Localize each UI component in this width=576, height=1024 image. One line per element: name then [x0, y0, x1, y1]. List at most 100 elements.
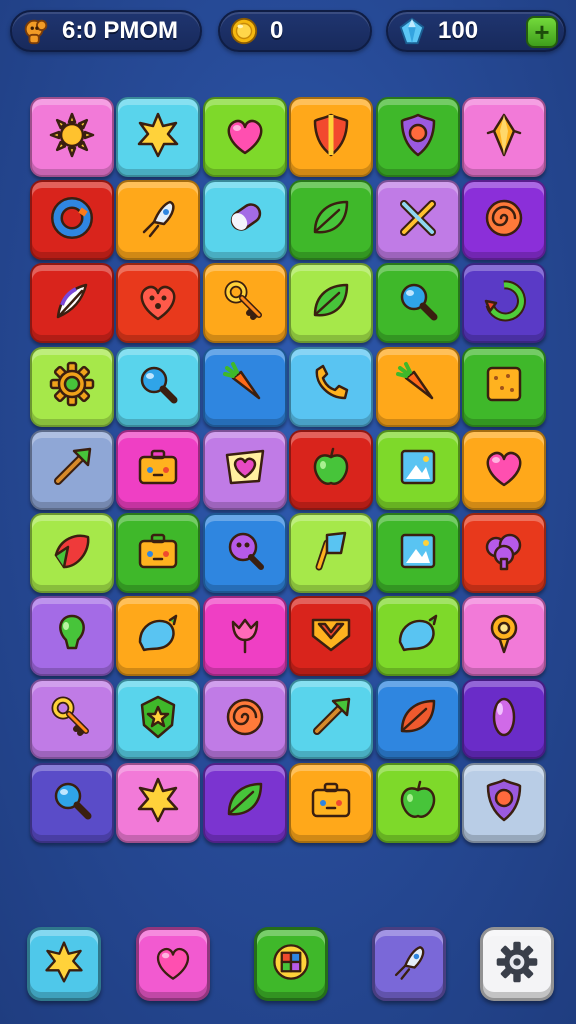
rocket-icon: [132, 192, 184, 249]
plus-icon: +: [534, 17, 550, 47]
lollipop-icon: [219, 525, 271, 582]
color-block-button[interactable]: [254, 927, 328, 1001]
board-tile[interactable]: [375, 429, 460, 510]
rocket-button[interactable]: [372, 927, 446, 1001]
heart-badge-icon: [219, 441, 271, 498]
board-tile[interactable]: [30, 513, 114, 593]
board-tile[interactable]: [289, 346, 374, 427]
spiral-icon: [219, 691, 271, 748]
board-tile[interactable]: [202, 596, 287, 677]
board-tile[interactable]: [375, 97, 460, 177]
feather-icon: [46, 275, 98, 332]
board-tile[interactable]: [30, 263, 114, 344]
board-tile[interactable]: [30, 429, 114, 510]
shield-gem-icon: [478, 774, 530, 831]
board-tile[interactable]: [116, 762, 201, 843]
board-tile[interactable]: [375, 180, 460, 261]
suitcase-icon: [132, 525, 184, 582]
add-gems-button[interactable]: +: [526, 16, 558, 48]
board-tile[interactable]: [289, 263, 374, 344]
coins-pill: 0: [218, 10, 372, 52]
tulip-icon: [219, 608, 271, 665]
board-tile[interactable]: [375, 762, 460, 843]
color-block-icon: [267, 938, 315, 991]
board-tile[interactable]: [462, 346, 546, 427]
board-tile[interactable]: [462, 180, 546, 261]
board-tile[interactable]: [116, 97, 201, 177]
board-tile[interactable]: [202, 346, 287, 427]
board-tile[interactable]: [462, 513, 546, 593]
board-tile[interactable]: [375, 513, 460, 593]
board-tile[interactable]: [30, 762, 114, 843]
board-tile[interactable]: [375, 263, 460, 344]
board-tile[interactable]: [289, 679, 374, 760]
carrot-icon: [219, 358, 271, 415]
board-tile[interactable]: [116, 263, 201, 344]
coin-icon: [228, 15, 260, 47]
board-tile[interactable]: [462, 596, 546, 677]
cracker-icon: [478, 358, 530, 415]
star-burst-button[interactable]: [27, 927, 101, 1001]
board-tile[interactable]: [30, 679, 114, 760]
crystal-icon: [478, 109, 530, 166]
leaf-icon: [305, 192, 357, 249]
picture-icon: [392, 525, 444, 582]
bubble-icon: [132, 608, 184, 665]
board-tile[interactable]: [375, 346, 460, 427]
heart-icon: [149, 938, 197, 991]
board-tile[interactable]: [202, 429, 287, 510]
board-tile[interactable]: [30, 97, 114, 177]
board-tile[interactable]: [202, 263, 287, 344]
capsule-gem-icon: [478, 691, 530, 748]
balloon-icon: [46, 608, 98, 665]
board-tile[interactable]: [289, 596, 374, 677]
star-shield-icon: [132, 691, 184, 748]
ring-icon: [46, 192, 98, 249]
board-tile[interactable]: [289, 429, 374, 510]
board-tile[interactable]: [462, 429, 546, 510]
board-tile[interactable]: [289, 762, 374, 843]
heart-button[interactable]: [136, 927, 210, 1001]
gems-pill: 100 +: [386, 10, 566, 52]
board-tile[interactable]: [116, 346, 201, 427]
board-tile[interactable]: [116, 180, 201, 261]
star-burst-icon: [40, 938, 88, 991]
key-icon: [46, 691, 98, 748]
game-board: [30, 97, 546, 843]
board-tile[interactable]: [462, 263, 546, 344]
board-tile[interactable]: [116, 513, 201, 593]
bubble-icon: [392, 608, 444, 665]
board-tile[interactable]: [462, 679, 546, 760]
board-tile[interactable]: [202, 762, 287, 843]
board-tile[interactable]: [116, 596, 201, 677]
board-tile[interactable]: [116, 429, 201, 510]
board-tile[interactable]: [289, 180, 374, 261]
suitcase-icon: [132, 441, 184, 498]
gear-settings-icon: [493, 938, 541, 991]
board-tile[interactable]: [202, 180, 287, 261]
magnifier-icon: [392, 275, 444, 332]
top-hud: 6:0 ΡΜΟΜ 0 100 +: [10, 10, 566, 54]
board-tile[interactable]: [462, 97, 546, 177]
board-tile[interactable]: [375, 679, 460, 760]
board-tile[interactable]: [289, 97, 374, 177]
board-tile[interactable]: [375, 596, 460, 677]
tree-icon: [478, 525, 530, 582]
apple-icon: [392, 774, 444, 831]
arrow-icon: [46, 441, 98, 498]
crossed-tools-icon: [392, 192, 444, 249]
suitcase-icon: [305, 774, 357, 831]
settings-button[interactable]: [480, 927, 554, 1001]
board-tile[interactable]: [30, 346, 114, 427]
strawberry-icon: [46, 525, 98, 582]
board-tile[interactable]: [289, 513, 374, 593]
board-tile[interactable]: [30, 180, 114, 261]
arrow-icon: [305, 691, 357, 748]
board-tile[interactable]: [116, 679, 201, 760]
board-tile[interactable]: [30, 596, 114, 677]
board-tile[interactable]: [202, 513, 287, 593]
board-tile[interactable]: [202, 97, 287, 177]
gems-value: 100: [438, 17, 479, 44]
board-tile[interactable]: [462, 762, 546, 843]
board-tile[interactable]: [202, 679, 287, 760]
